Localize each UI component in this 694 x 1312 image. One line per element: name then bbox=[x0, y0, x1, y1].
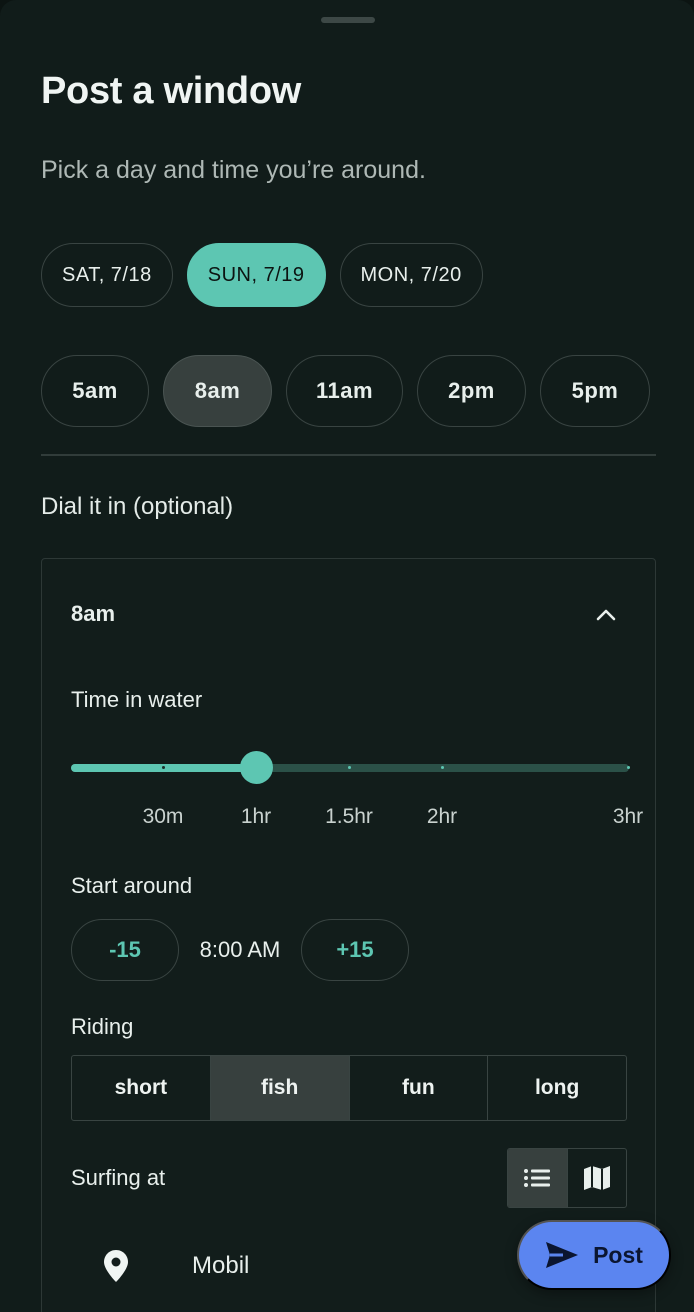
board-option-long[interactable]: long bbox=[488, 1056, 626, 1120]
day-chip-sat[interactable]: SAT, 7/18 bbox=[41, 243, 173, 307]
minus-15-button[interactable]: -15 bbox=[71, 919, 179, 981]
slider-stop-label[interactable]: 1hr bbox=[241, 805, 271, 829]
list-icon bbox=[524, 1169, 551, 1187]
start-time-stepper: -15 8:00 AM +15 bbox=[71, 919, 409, 981]
time-detail-panel: 8am Time in water 30m 1hr 1.5hr 2hr 3hr Star… bbox=[41, 558, 656, 1312]
slider-tick bbox=[161, 766, 165, 769]
time-chip-8am[interactable]: 8am bbox=[163, 355, 272, 427]
time-in-water-label: Time in water bbox=[71, 687, 203, 712]
time-chip-5am[interactable]: 5am bbox=[41, 355, 149, 427]
location-view-toggle bbox=[507, 1148, 627, 1208]
slider-tick bbox=[347, 766, 351, 769]
day-chip-mon[interactable]: MON, 7/20 bbox=[339, 243, 483, 307]
slider-labels: 30m 1hr 1.5hr 2hr 3hr bbox=[71, 805, 671, 835]
section-divider bbox=[41, 454, 656, 456]
start-time-value: 8:00 AM bbox=[199, 937, 281, 962]
map-icon bbox=[583, 1166, 610, 1190]
location-name: Mobil bbox=[192, 1252, 250, 1279]
post-button-label: Post bbox=[593, 1241, 643, 1268]
day-chip-sun[interactable]: SUN, 7/19 bbox=[186, 243, 326, 307]
sheet-title: Post a window bbox=[41, 70, 302, 112]
location-item[interactable]: Mobil bbox=[102, 1249, 249, 1283]
sheet-drag-handle[interactable] bbox=[321, 17, 375, 23]
panel-title: 8am bbox=[71, 601, 116, 626]
chevron-up-icon[interactable] bbox=[594, 603, 618, 627]
day-picker: SAT, 7/18 SUN, 7/19 MON, 7/20 bbox=[41, 243, 483, 307]
bottom-sheet: Post a window Pick a day and time you’re… bbox=[0, 0, 694, 1312]
map-view-button[interactable] bbox=[568, 1149, 627, 1207]
list-view-button[interactable] bbox=[508, 1149, 568, 1207]
board-type-selector: short fish fun long bbox=[71, 1055, 627, 1121]
sheet-subtitle: Pick a day and time you’re around. bbox=[41, 156, 426, 184]
slider-thumb[interactable] bbox=[239, 751, 273, 784]
time-chip-11am[interactable]: 11am bbox=[286, 355, 403, 427]
post-button[interactable]: Post bbox=[517, 1220, 671, 1290]
slider-stop-label[interactable]: 3hr bbox=[613, 805, 643, 829]
slider-stop-label[interactable]: 30m bbox=[143, 805, 184, 829]
slider-tick bbox=[626, 766, 630, 769]
time-in-water-slider[interactable] bbox=[71, 749, 630, 789]
plus-15-button[interactable]: +15 bbox=[301, 919, 409, 981]
riding-label: Riding bbox=[71, 1014, 134, 1039]
board-option-short[interactable]: short bbox=[72, 1056, 211, 1120]
send-icon bbox=[546, 1242, 579, 1268]
slider-stop-label[interactable]: 1.5hr bbox=[325, 805, 373, 829]
slider-tick bbox=[440, 766, 444, 769]
board-option-fun[interactable]: fun bbox=[350, 1056, 489, 1120]
location-pin-icon bbox=[104, 1250, 128, 1282]
time-chip-5pm[interactable]: 5pm bbox=[540, 355, 650, 427]
dial-it-in-label: Dial it in (optional) bbox=[41, 493, 234, 520]
time-picker: 5am 8am 11am 2pm 5pm bbox=[41, 355, 650, 427]
start-around-label: Start around bbox=[71, 873, 193, 898]
slider-stop-label[interactable]: 2hr bbox=[427, 805, 457, 829]
time-chip-2pm[interactable]: 2pm bbox=[417, 355, 526, 427]
board-option-fish[interactable]: fish bbox=[210, 1056, 350, 1120]
surfing-at-label: Surfing at bbox=[71, 1165, 166, 1190]
